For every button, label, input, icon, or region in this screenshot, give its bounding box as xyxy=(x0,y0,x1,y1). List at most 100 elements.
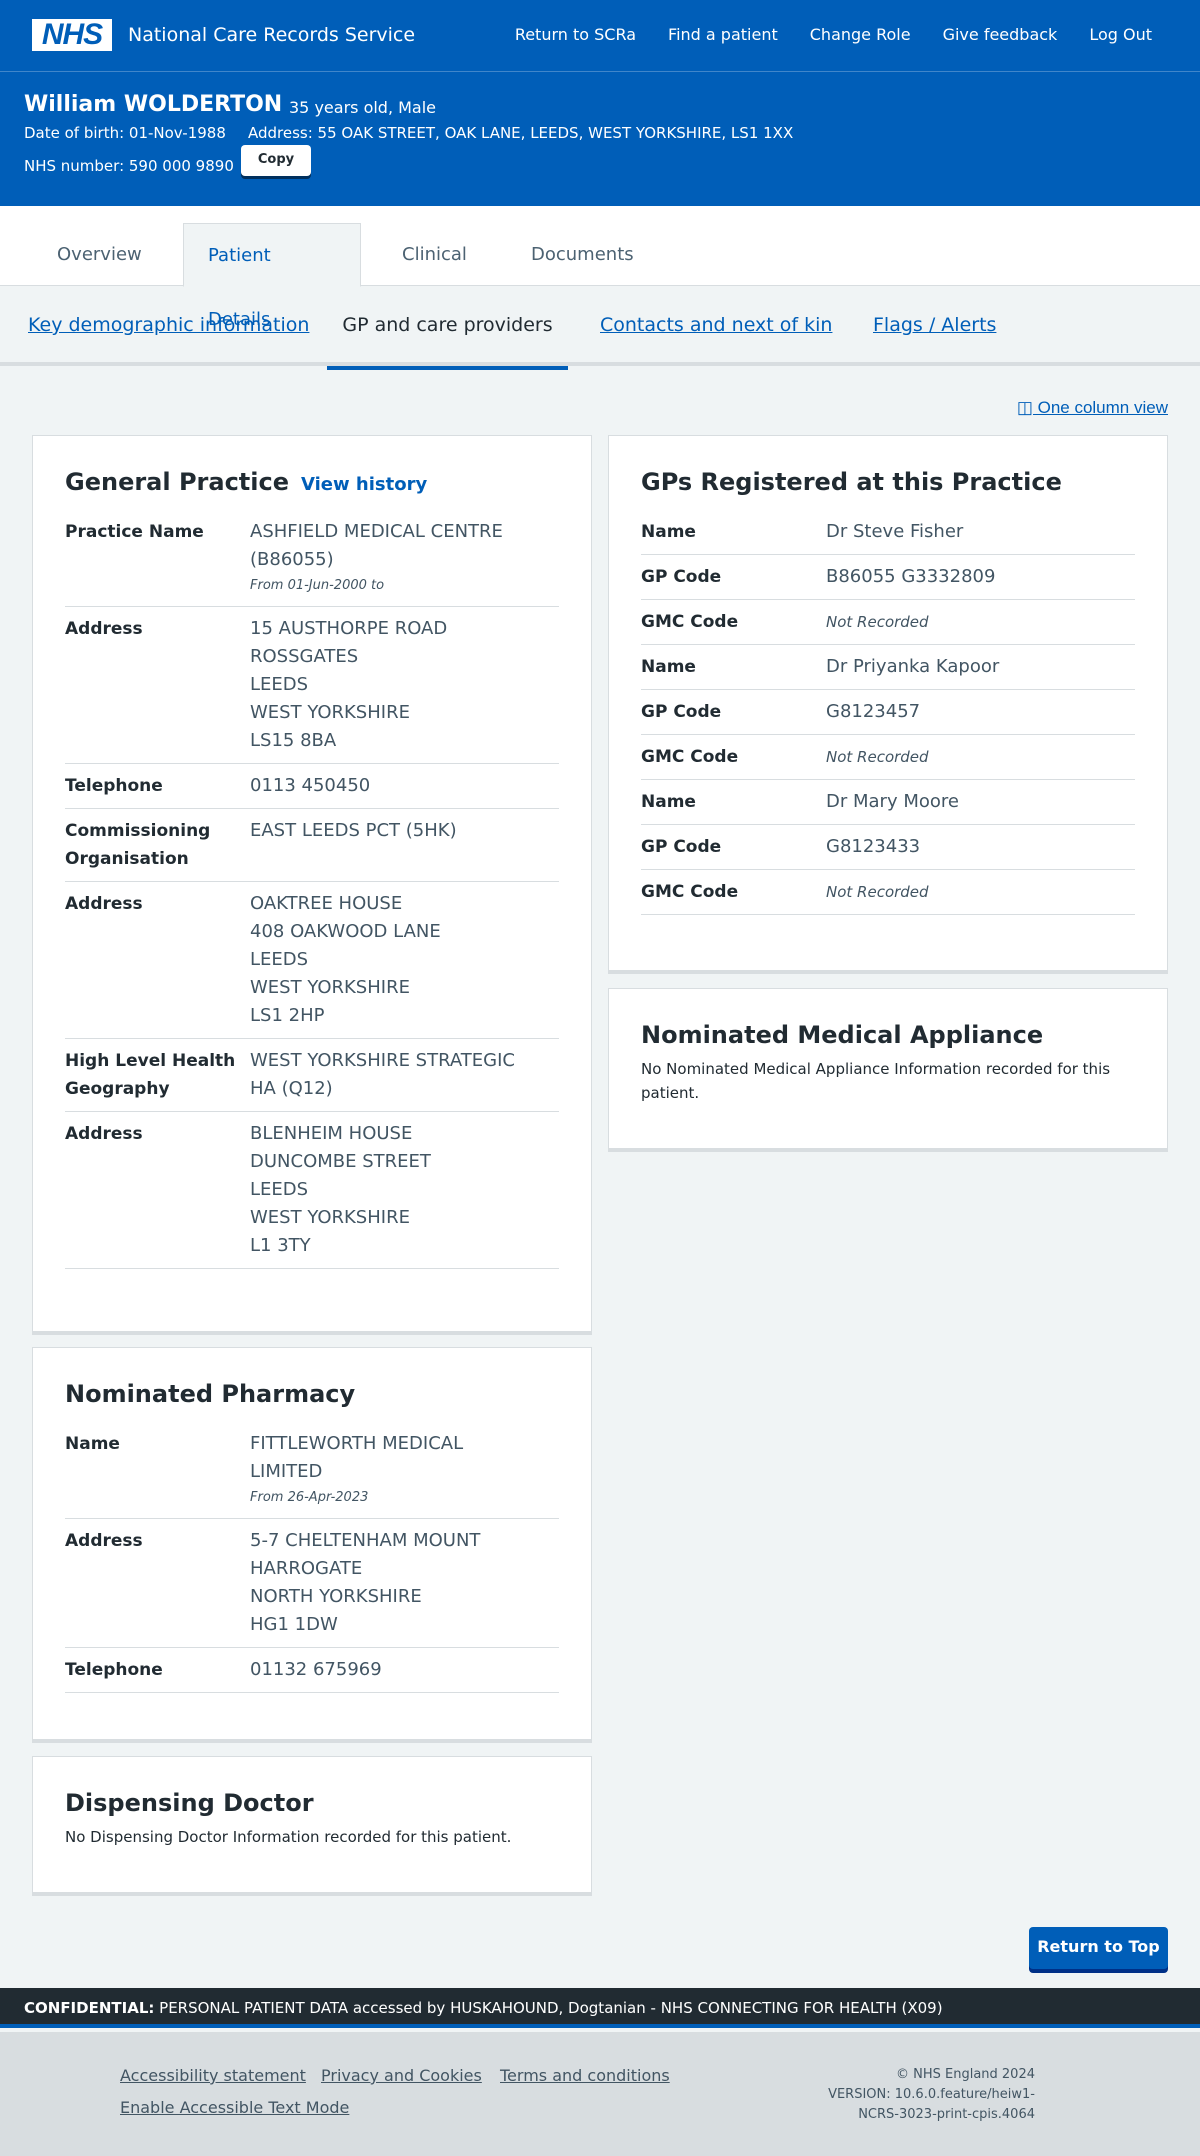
gp-code-value: G8123457 xyxy=(826,701,921,722)
tab-clinical[interactable]: Clinical xyxy=(378,223,491,287)
copy-nhs-number-button[interactable]: Copy xyxy=(241,145,311,176)
gmc-code-row: GMC Code Not Recorded xyxy=(641,870,1135,915)
confidential-label: CONFIDENTIAL: xyxy=(24,1999,155,2017)
view-history-link[interactable]: View history xyxy=(301,474,427,495)
pharmacy-address-value: 5-7 CHELTENHAM MOUNT HARROGATE NORTH YOR… xyxy=(250,1527,559,1639)
patient-banner: William WOLDERTON 35 years old, Male Dat… xyxy=(0,72,1200,206)
practice-code-line: (B86055) xyxy=(250,549,334,570)
address-line: 15 AUSTHORPE ROAD xyxy=(250,618,448,639)
health-geography-address-row: Address BLENHEIM HOUSE DUNCOMBE STREET L… xyxy=(65,1112,559,1269)
address-line: WEST YORKSHIRE xyxy=(250,702,410,723)
address-line: 408 OAKWOOD LANE xyxy=(250,921,441,942)
tab-documents[interactable]: Documents xyxy=(507,223,658,287)
gp-code-label: GP Code xyxy=(641,567,722,587)
address-line: L1 3TY xyxy=(250,1235,311,1256)
address-label: Address xyxy=(65,894,143,914)
address-line: 5-7 CHELTENHAM MOUNT xyxy=(250,1530,481,1551)
pharmacy-name-line: LIMITED xyxy=(250,1461,323,1482)
gp-name-row: Name Dr Mary Moore xyxy=(641,780,1135,825)
gp-code-row: GP Code G8123457 xyxy=(641,690,1135,735)
pharmacy-name-label: Name xyxy=(65,1434,120,1454)
address-line: LEEDS xyxy=(250,674,309,695)
nav-return-to-scra[interactable]: Return to SCRa xyxy=(515,25,636,44)
practice-address-value: 15 AUSTHORPE ROAD ROSSGATES LEEDS WEST Y… xyxy=(250,615,559,755)
gmc-code-label: GMC Code xyxy=(641,747,739,767)
pharmacy-name-value: FITTLEWORTH MEDICAL LIMITED From 26-Apr-… xyxy=(250,1430,559,1510)
address-line: WEST YORKSHIRE xyxy=(250,977,410,998)
gp-name-value: Dr Mary Moore xyxy=(826,791,959,812)
health-geography-value: WEST YORKSHIRE STRATEGIC HA (Q12) xyxy=(250,1047,559,1103)
return-to-top-button[interactable]: Return to Top xyxy=(1029,1927,1168,1969)
pharmacy-name-line: FITTLEWORTH MEDICAL xyxy=(250,1433,464,1454)
health-geography-address-value: BLENHEIM HOUSE DUNCOMBE STREET LEEDS WES… xyxy=(250,1120,559,1260)
address-line: LS15 8BA xyxy=(250,730,337,751)
site-footer: Accessibility statement Privacy and Cook… xyxy=(0,2032,1200,2156)
commissioning-label-line: Organisation xyxy=(65,849,189,869)
gmc-code-text: Not Recorded xyxy=(826,748,929,766)
dispensing-doctor-text: No Dispensing Doctor Information recorde… xyxy=(65,1828,512,1846)
commissioning-value: EAST LEEDS PCT (5HK) xyxy=(250,820,457,841)
gmc-code-text: Not Recorded xyxy=(826,613,929,631)
version-line: NCRS-3023-print-cpis.4064 xyxy=(858,2107,1035,2122)
gmc-code-text: Not Recorded xyxy=(826,883,929,901)
nhs-logo[interactable]: NHS xyxy=(32,19,112,51)
address-line: OAKTREE HOUSE xyxy=(250,893,403,914)
practice-name-line: ASHFIELD MEDICAL CENTRE xyxy=(250,521,503,542)
commissioning-label-line: Commissioning xyxy=(65,821,211,841)
primary-tabs: Overview Patient Details Clinical Docume… xyxy=(0,206,1200,330)
nominated-appliance-title: Nominated Medical Appliance xyxy=(641,1021,1044,1049)
footer-accessible-text-mode-link[interactable]: Enable Accessible Text Mode xyxy=(120,2098,349,2117)
subnav-flags-alerts[interactable]: Flags / Alerts xyxy=(873,286,996,366)
dispensing-doctor-card: Dispensing Doctor No Dispensing Doctor I… xyxy=(32,1756,592,1896)
gp-name-row: Name Dr Steve Fisher xyxy=(641,510,1135,555)
address-label: Address xyxy=(65,619,143,639)
copyright: © NHS England 2024 xyxy=(895,2067,1035,2082)
subnav-gp-care-providers[interactable]: GP and care providers xyxy=(327,286,568,370)
footer-accessibility-link[interactable]: Accessibility statement xyxy=(120,2066,306,2085)
tab-overview[interactable]: Overview xyxy=(33,223,166,287)
telephone-value: 0113 450450 xyxy=(250,775,371,796)
nav-log-out[interactable]: Log Out xyxy=(1089,25,1152,44)
gp-code-value: G8123433 xyxy=(826,836,921,857)
address-line: LEEDS xyxy=(250,1179,309,1200)
telephone-label: Telephone xyxy=(65,776,163,796)
practice-name-label: Practice Name xyxy=(65,522,204,542)
version-line: VERSION: 10.6.0.feature/heiw1- xyxy=(828,2087,1035,2102)
general-practice-heading: General Practice xyxy=(65,468,290,496)
address-line: DUNCOMBE STREET xyxy=(250,1151,431,1172)
registered-gps-card: GPs Registered at this Practice Name Dr S… xyxy=(608,435,1168,974)
gp-code-row: GP Code G8123433 xyxy=(641,825,1135,870)
health-geography-label: High Level Health Geography xyxy=(65,1047,250,1103)
nominated-appliance-card: Nominated Medical Appliance No Nominated… xyxy=(608,988,1168,1152)
address-label: Address xyxy=(65,1124,143,1144)
registered-gps-title: GPs Registered at this Practice xyxy=(641,468,1062,496)
telephone-row: Telephone 0113 450450 xyxy=(65,764,559,809)
gmc-code-value: Not Recorded xyxy=(826,608,1135,636)
footer-privacy-link[interactable]: Privacy and Cookies xyxy=(321,2066,482,2085)
health-geography-line: HA (Q12) xyxy=(250,1078,333,1099)
patient-dob: Date of birth: 01-Nov-1988 xyxy=(24,124,226,142)
nav-change-role[interactable]: Change Role xyxy=(810,25,911,44)
one-column-view-link[interactable]: ◫ One column view xyxy=(1017,398,1168,418)
header-nav: Return to SCRa Find a patient Change Rol… xyxy=(515,25,1152,44)
nav-find-patient[interactable]: Find a patient xyxy=(668,25,778,44)
footer-meta: © NHS England 2024 VERSION: 10.6.0.featu… xyxy=(828,2065,1035,2125)
practice-from-date: From 01-Jun-2000 to xyxy=(250,578,385,593)
subnav-contacts-next-of-kin[interactable]: Contacts and next of kin xyxy=(600,286,832,366)
address-line: BLENHEIM HOUSE xyxy=(250,1123,413,1144)
site-header: NHS National Care Records Service Return… xyxy=(0,0,1200,72)
health-geography-label-line: Geography xyxy=(65,1079,170,1099)
gp-code-value: B86055 G3332809 xyxy=(826,566,996,587)
gp-name-label: Name xyxy=(641,792,696,812)
nav-give-feedback[interactable]: Give feedback xyxy=(943,25,1058,44)
address-line: LEEDS xyxy=(250,949,309,970)
practice-name-row: Practice Name ASHFIELD MEDICAL CENTRE (B… xyxy=(65,510,559,607)
address-line: ROSSGATES xyxy=(250,646,359,667)
confidential-text: PERSONAL PATIENT DATA accessed by HUSKAH… xyxy=(159,1999,943,2017)
sub-navigation: Key demographic information GP and care … xyxy=(0,286,1200,370)
service-name[interactable]: National Care Records Service xyxy=(128,24,415,46)
gp-name-value: Dr Priyanka Kapoor xyxy=(826,656,1000,677)
footer-terms-link[interactable]: Terms and conditions xyxy=(500,2066,670,2085)
subnav-key-demographic[interactable]: Key demographic information xyxy=(28,286,309,366)
tab-patient-details[interactable]: Patient Details xyxy=(183,223,361,330)
